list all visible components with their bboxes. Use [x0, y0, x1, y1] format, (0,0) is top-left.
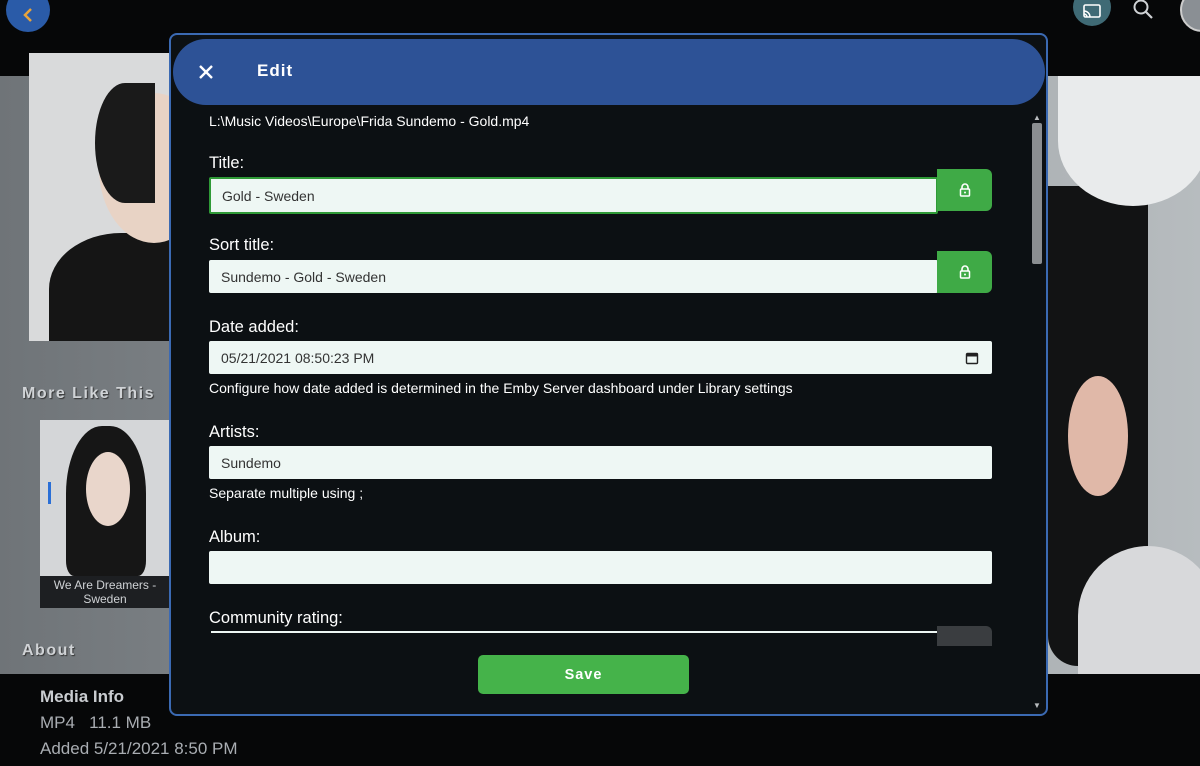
album-input[interactable]	[209, 551, 992, 584]
more-like-this-heading: More Like This	[22, 385, 156, 402]
edit-dialog: L:\Music Videos\Europe\Frida Sundemo - G…	[169, 33, 1048, 716]
community-rating-lock-button[interactable]	[937, 626, 992, 646]
close-button[interactable]	[193, 59, 219, 85]
search-icon	[1133, 0, 1153, 19]
edit-form: L:\Music Videos\Europe\Frida Sundemo - G…	[171, 35, 1046, 714]
sort-title-lock-button[interactable]	[937, 251, 992, 293]
scroll-down-arrow-icon[interactable]: ▼	[1031, 702, 1043, 710]
title-lock-button[interactable]	[937, 169, 992, 211]
date-added-hint: Configure how date added is determined i…	[209, 380, 793, 396]
lock-icon	[959, 265, 970, 279]
dialog-title: Edit	[257, 61, 294, 80]
scroll-up-arrow-icon[interactable]: ▲	[1031, 114, 1043, 122]
artists-input[interactable]	[209, 446, 992, 479]
title-input[interactable]	[209, 177, 938, 214]
file-path: L:\Music Videos\Europe\Frida Sundemo - G…	[209, 113, 530, 129]
media-added-date: Added 5/21/2021 8:50 PM	[40, 739, 238, 758]
title-label: Title:	[209, 154, 245, 172]
date-added-input[interactable]	[209, 341, 992, 374]
date-added-label: Date added:	[209, 318, 299, 336]
sort-title-label: Sort title:	[209, 236, 275, 254]
calendar-icon[interactable]	[965, 351, 979, 365]
similar-item-caption: We Are Dreamers - Sweden	[53, 578, 157, 606]
item-poster	[29, 53, 179, 341]
about-heading: About	[22, 642, 76, 659]
similar-item-card[interactable]: We Are Dreamers - Sweden	[40, 420, 170, 608]
cast-icon	[1083, 4, 1101, 18]
artists-label: Artists:	[209, 423, 260, 441]
close-icon	[199, 65, 213, 79]
scrollbar-thumb[interactable]	[1032, 123, 1042, 264]
search-button[interactable]	[1128, 0, 1158, 24]
artists-hint: Separate multiple using ;	[209, 485, 364, 501]
community-rating-input[interactable]	[211, 631, 937, 633]
backdrop-artwork	[1048, 76, 1200, 674]
media-info-title: Media Info	[40, 687, 125, 706]
dialog-header: Edit	[173, 39, 1045, 105]
save-button[interactable]: Save	[478, 655, 689, 694]
media-format-size: MP4 11.1 MB	[40, 713, 152, 732]
back-arrow-icon	[23, 8, 32, 22]
community-rating-label: Community rating:	[209, 609, 343, 627]
album-label: Album:	[209, 528, 261, 546]
similar-item-image	[40, 420, 170, 576]
sort-title-input[interactable]	[209, 260, 938, 293]
lock-icon	[959, 183, 970, 197]
